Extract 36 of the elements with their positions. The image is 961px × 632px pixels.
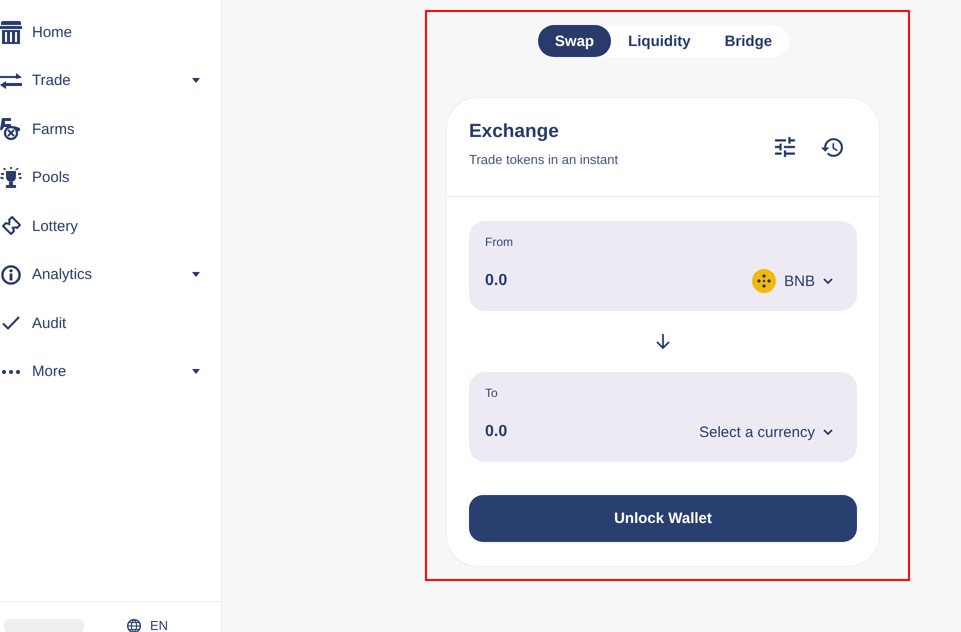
card-subtitle: Trade tokens in an instant — [469, 152, 618, 168]
sidebar-item[interactable]: Pools — [0, 154, 221, 202]
sidebar-item[interactable]: Home — [0, 8, 221, 56]
swap-arrows-icon — [0, 72, 22, 89]
settings-icon[interactable] — [775, 137, 795, 157]
sidebar-item[interactable]: Trade — [0, 56, 221, 105]
globe-icon — [127, 619, 141, 632]
tab[interactable]: Liquidity — [611, 25, 708, 57]
arrow-down-icon[interactable] — [656, 334, 670, 350]
tab[interactable]: Swap — [538, 25, 612, 57]
sidebar-item[interactable]: Lottery — [0, 202, 221, 250]
chevron-down-icon — [823, 429, 833, 435]
card-title: Exchange — [469, 120, 560, 144]
ticket-icon — [0, 215, 22, 238]
language-button[interactable]: EN — [127, 619, 168, 632]
info-icon — [1, 264, 21, 285]
tab[interactable]: Bridge — [708, 25, 790, 57]
currency-select[interactable]: Select a currency — [699, 424, 833, 440]
trophy-icon — [0, 166, 22, 189]
check-icon — [2, 316, 20, 330]
currency-select[interactable]: BNB — [752, 269, 833, 293]
amount-input[interactable]: 0.0 — [485, 272, 605, 290]
sidebar-item[interactable]: Audit — [0, 299, 221, 348]
sidebar-item[interactable]: Farms — [0, 105, 221, 154]
sidebar-item[interactable]: More — [0, 348, 221, 396]
sidebar-item[interactable]: Analytics — [0, 250, 221, 299]
chevron-down-icon — [823, 278, 833, 284]
more-icon — [2, 370, 20, 374]
field-label: To — [485, 386, 499, 400]
bank-icon — [0, 20, 22, 44]
token-coin-icon — [752, 269, 776, 293]
wagon-icon — [0, 118, 22, 140]
amount-input[interactable]: 0.0 — [485, 423, 605, 441]
history-icon[interactable] — [821, 138, 843, 156]
unlock-wallet-button[interactable]: Unlock Wallet — [469, 495, 857, 542]
field-label: From — [485, 235, 514, 249]
